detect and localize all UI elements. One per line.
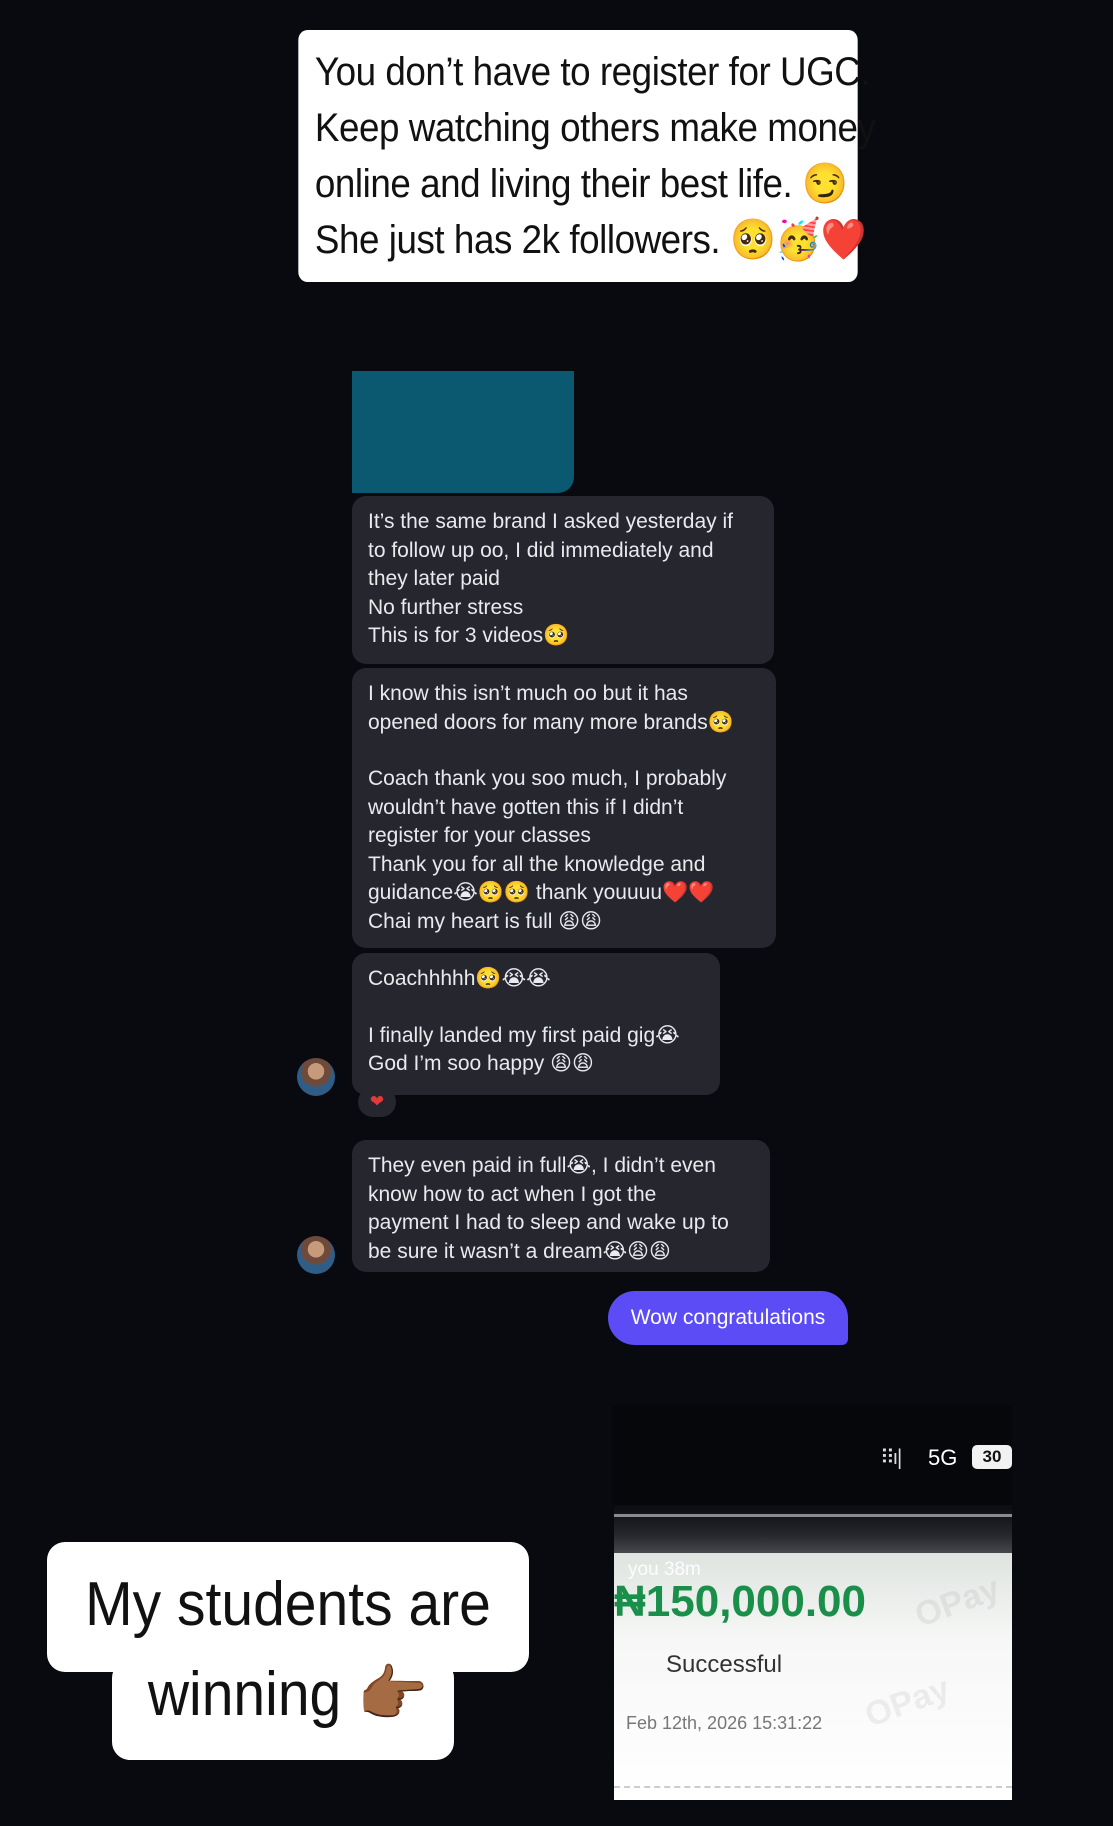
receipt-amount: ₦150,000.00 [614, 1577, 866, 1626]
receipt-status: Successful [666, 1651, 783, 1678]
caption-bottom-line: winning 👉🏾 [147, 1660, 429, 1729]
received-message[interactable]: Coachhhhh🥺😭😭 I finally landed my first p… [352, 953, 720, 1095]
status-bar: ⠿ı| 5G 30 [612, 1405, 1012, 1505]
message-line: It’s the same brand I asked yesterday if [368, 510, 733, 533]
message-line [368, 994, 704, 1022]
received-message[interactable]: It’s the same brand I asked yesterday if… [352, 496, 774, 664]
receipt-datetime: Feb 12th, 2026 15:31:22 [626, 1713, 823, 1733]
heart-icon[interactable]: ❤ [358, 1087, 396, 1117]
caption-bottom: My students are winning 👉🏾 [66, 1560, 509, 1740]
caption-top-line: online and living their best life. 😏 [314, 162, 848, 206]
battery-icon: 30 [972, 1445, 1012, 1469]
message-line: This is for 3 videos🥺 [368, 624, 570, 647]
caption-top-line: She just has 2k followers. 🥺🥳❤️ [314, 218, 867, 262]
message-line: Coach thank you soo much, I probably [368, 767, 727, 790]
watermark: OPay [859, 1669, 955, 1735]
message-line: Thank you for all the knowledge and [368, 852, 706, 876]
message-line: payment I had to sleep and wake up to [368, 1211, 729, 1234]
message-line: know how to act when I got the [368, 1182, 657, 1206]
caption-bottom-line: My students are [85, 1570, 491, 1639]
message-line: they later paid [368, 567, 500, 590]
message-line: register for your classes [368, 824, 591, 847]
caption-top-line: You don’t have to register for UGC. [314, 50, 871, 94]
message-line: I know this isn’t much oo but it has [368, 682, 688, 705]
receipt-divider [614, 1505, 1012, 1555]
payment-receipt: ⠿ı| 5G 30 OPay OPay you 38m ₦150,000.00 … [612, 1405, 1012, 1800]
message-line: be sure it wasn’t a dream😭😩😩 [368, 1239, 671, 1263]
message-line: No further stress [368, 595, 524, 619]
message-line: Coachhhhh🥺😭😭 [368, 967, 551, 990]
message-line: God I’m soo happy 😩😩 [368, 1052, 594, 1075]
message-line: wouldn’t have gotten this if I didn’t [368, 795, 684, 819]
message-line: They even paid in full😭, I didn’t even [368, 1154, 716, 1177]
shared-image-preview[interactable] [352, 371, 574, 493]
receipt-dashed-line [614, 1786, 1012, 1788]
avatar-icon[interactable] [297, 1236, 335, 1274]
received-message[interactable]: I know this isn’t much oo but it has ope… [352, 668, 776, 948]
received-message[interactable]: They even paid in full😭, I didn’t even k… [352, 1140, 770, 1272]
caption-top: You don’t have to register for UGC. Keep… [298, 30, 876, 282]
message-line: opened doors for many more brands🥺 [368, 710, 734, 734]
caption-top-line: Keep watching others make money [314, 106, 876, 150]
message-line [368, 737, 760, 765]
message-line: I finally landed my first paid gig😭 [368, 1023, 680, 1047]
network-label: 5G [928, 1445, 958, 1470]
message-line: guidance😭🥺🥺 thank youuuu❤️❤️ [368, 881, 715, 904]
avatar-icon[interactable] [297, 1058, 335, 1096]
sent-message[interactable]: Wow congratulations [608, 1291, 848, 1345]
receipt-card: OPay OPay you 38m ₦150,000.00 Successful… [614, 1553, 1012, 1800]
signal-icon: ⠿ı| [880, 1445, 903, 1469]
message-line: to follow up oo, I did immediately and [368, 538, 714, 562]
watermark: OPay [909, 1569, 1005, 1635]
message-line: Chai my heart is full 😩😩 [368, 909, 603, 933]
